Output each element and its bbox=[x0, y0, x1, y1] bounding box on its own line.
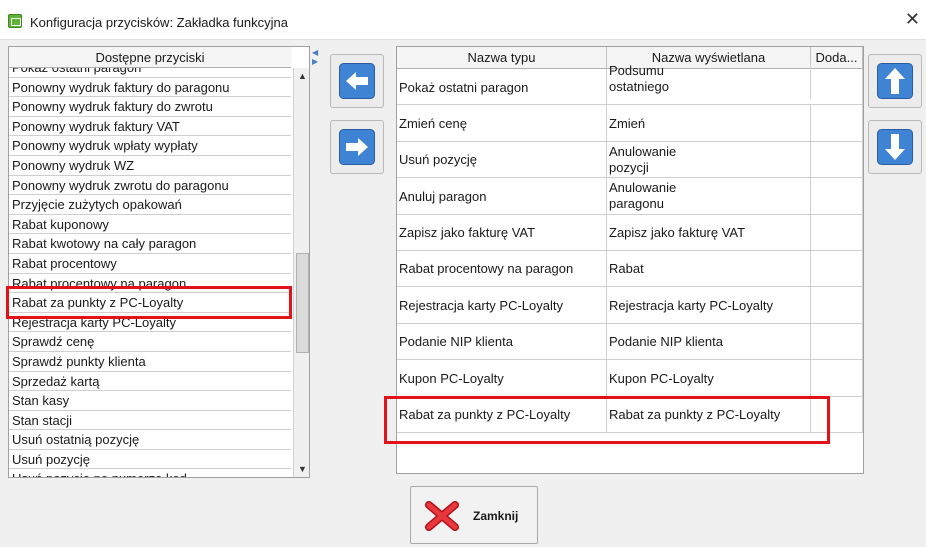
list-item[interactable]: Przyjęcie zużytych opakowań bbox=[9, 195, 291, 215]
table-row[interactable]: Rabat procentowy na paragon Rabat bbox=[397, 250, 863, 288]
cell-added bbox=[811, 141, 863, 178]
list-item[interactable]: Usuń pozycję bbox=[9, 450, 291, 470]
move-right-button[interactable] bbox=[330, 120, 384, 174]
close-button-label: Zamknij bbox=[473, 509, 519, 523]
cell-added bbox=[811, 287, 863, 324]
list-item[interactable]: Rabat procentowy bbox=[9, 254, 291, 274]
column-header-type[interactable]: Nazwa typu bbox=[397, 47, 607, 69]
highlight-table-row bbox=[384, 396, 830, 444]
list-header: Dostępne przyciski bbox=[9, 47, 291, 68]
list-item[interactable]: Usuń ostatnią pozycję bbox=[9, 430, 291, 450]
cell-display-name: Anulowanie paragonu bbox=[607, 178, 811, 215]
cell-added bbox=[811, 214, 863, 251]
close-button[interactable]: Zamknij bbox=[410, 486, 538, 544]
table-row[interactable]: Zapisz jako fakturę VAT Zapisz jako faktu… bbox=[397, 214, 863, 251]
table-row[interactable]: Usuń pozycję Anulowanie pozycji bbox=[397, 141, 863, 179]
scroll-down-icon[interactable]: ▼ bbox=[297, 464, 308, 474]
title-bar: Konfiguracja przycisków: Zakładka funkcy… bbox=[0, 0, 926, 40]
window-title: Konfiguracja przycisków: Zakładka funkcy… bbox=[30, 15, 288, 30]
cell-type-name: Kupon PC-Loyalty bbox=[397, 360, 607, 397]
list-item[interactable]: Ponowny wydruk WZ bbox=[9, 156, 291, 176]
app-icon bbox=[8, 14, 22, 28]
cell-type-name: Pokaż ostatni paragon bbox=[397, 69, 607, 105]
cell-type-name: Zmień cenę bbox=[397, 105, 607, 142]
list-item[interactable]: Ponowny wydruk zwrotu do paragonu bbox=[9, 176, 291, 196]
cell-added bbox=[811, 178, 863, 215]
cell-added bbox=[811, 69, 863, 105]
move-down-button[interactable] bbox=[868, 120, 922, 174]
list-item[interactable]: Sprawdź punkty klienta bbox=[9, 352, 291, 372]
move-left-button[interactable] bbox=[330, 54, 384, 108]
left-arrow-icon bbox=[339, 63, 375, 99]
list-item[interactable]: Ponowny wydruk wpłaty wypłaty bbox=[9, 136, 291, 156]
list-item[interactable]: Pokaż ostatni paragon bbox=[9, 68, 291, 78]
cell-display-name: Podanie NIP klienta bbox=[607, 323, 811, 360]
cell-display-name: Rejestracja karty PC-Loyalty bbox=[607, 287, 811, 324]
list-viewport: Pokaż ostatni paragonPonowny wydruk fakt… bbox=[9, 68, 291, 477]
list-item[interactable]: Rabat kwotowy na cały paragon bbox=[9, 234, 291, 254]
cell-type-name: Rejestracja karty PC-Loyalty bbox=[397, 287, 607, 324]
move-up-button[interactable] bbox=[868, 54, 922, 108]
red-x-icon bbox=[425, 501, 459, 531]
scrollbar-thumb[interactable] bbox=[296, 253, 309, 353]
column-header-added[interactable]: Doda... bbox=[811, 47, 863, 69]
table-row[interactable]: Kupon PC-Loyalty Kupon PC-Loyalty bbox=[397, 360, 863, 397]
right-arrow-icon bbox=[339, 129, 375, 165]
list-item[interactable]: Ponowny wydruk faktury do paragonu bbox=[9, 78, 291, 98]
up-arrow-icon bbox=[877, 63, 913, 99]
table-row[interactable]: Podanie NIP klienta Podanie NIP klienta bbox=[397, 323, 863, 361]
table-row[interactable]: Rejestracja karty PC-Loyalty Rejestracja … bbox=[397, 287, 863, 324]
cell-added bbox=[811, 250, 863, 287]
cell-added bbox=[811, 323, 863, 360]
down-arrow-icon bbox=[877, 129, 913, 165]
list-item[interactable]: Sprzedaż kartą bbox=[9, 372, 291, 392]
cell-added bbox=[811, 360, 863, 397]
cell-display-name: Zmień bbox=[607, 105, 811, 142]
cell-type-name: Zapisz jako fakturę VAT bbox=[397, 214, 607, 251]
cell-display-name: Anulowanie pozycji bbox=[607, 141, 811, 178]
scroll-up-icon[interactable]: ▲ bbox=[297, 71, 308, 81]
cell-type-name: Usuń pozycję bbox=[397, 141, 607, 178]
table-row[interactable]: Anuluj paragon Anulowanie paragonu bbox=[397, 178, 863, 215]
available-buttons-list: Dostępne przyciski Pokaż ostatni paragon… bbox=[8, 46, 310, 478]
cell-display-name: Rabat bbox=[607, 250, 811, 287]
table-row[interactable]: Zmień cenę Zmień bbox=[397, 105, 863, 142]
list-item[interactable]: Stan stacji bbox=[9, 411, 291, 431]
list-scrollbar[interactable]: ▲ ▼ bbox=[293, 68, 309, 477]
close-icon[interactable]: ✕ bbox=[905, 10, 920, 28]
list-item[interactable]: Sprawdź cenę bbox=[9, 332, 291, 352]
list-item[interactable]: Usuń pozycję po numerze kod bbox=[9, 469, 291, 477]
list-item[interactable]: Ponowny wydruk faktury VAT bbox=[9, 117, 291, 137]
cell-type-name: Podanie NIP klienta bbox=[397, 323, 607, 360]
list-item[interactable]: Ponowny wydruk faktury do zwrotu bbox=[9, 97, 291, 117]
cell-added bbox=[811, 105, 863, 142]
cell-type-name: Rabat procentowy na paragon bbox=[397, 250, 607, 287]
list-item[interactable]: Stan kasy bbox=[9, 391, 291, 411]
highlight-list-selection bbox=[6, 286, 292, 319]
table-row[interactable]: Pokaż ostatni paragon Podsumu ostatniego … bbox=[397, 63, 863, 106]
cell-display-name: Zapisz jako fakturę VAT bbox=[607, 214, 811, 251]
cell-display-name: Podsumu ostatniego paragonu bbox=[607, 63, 811, 99]
cell-type-name: Anuluj paragon bbox=[397, 178, 607, 215]
splitter-arrows-icon[interactable]: ◀ ▶ bbox=[312, 48, 320, 66]
cell-display-name: Kupon PC-Loyalty bbox=[607, 360, 811, 397]
list-item[interactable]: Rabat kuponowy bbox=[9, 215, 291, 235]
